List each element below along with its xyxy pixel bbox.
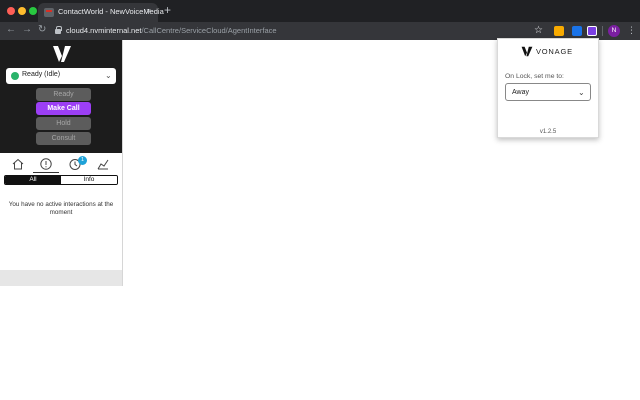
consult-button[interactable]: Consult	[36, 132, 91, 145]
panel-tab-bar: 1	[0, 155, 122, 173]
forward-icon[interactable]: →	[22, 24, 32, 36]
address-bar[interactable]: cloud4.nvminternal.net/CallCentre/Servic…	[66, 26, 277, 35]
agent-controls: Ready (Idle) ⌄ Ready Make Call Hold Cons…	[0, 40, 122, 153]
window-close-button[interactable]	[7, 7, 15, 15]
browser-tab-contactworld[interactable]: ContactWorld - NewVoiceMedia ×	[38, 3, 164, 22]
filter-info-button[interactable]: Info	[61, 176, 117, 184]
vonage-logo-icon	[53, 46, 71, 62]
extension-icon-2[interactable]	[572, 26, 582, 36]
filter-toggle: All Info	[4, 175, 118, 185]
vonage-mark-icon	[521, 46, 533, 57]
panel-footer	[0, 270, 122, 286]
status-ready-icon	[11, 72, 19, 80]
home-icon[interactable]	[11, 157, 25, 171]
favicon-icon	[44, 8, 54, 17]
url-host: cloud4.nvminternal.net	[66, 26, 142, 35]
make-call-button[interactable]: Make Call	[36, 102, 91, 115]
ready-button[interactable]: Ready	[36, 88, 91, 101]
popup-brand: VONAGE	[536, 47, 573, 56]
vonage-extension-icon[interactable]	[587, 26, 597, 36]
hold-button[interactable]: Hold	[36, 117, 91, 130]
browser-tab-bar: ContactWorld - NewVoiceMedia × +	[0, 0, 640, 22]
url-path: /CallCentre/ServiceCloud/AgentInterface	[141, 26, 277, 35]
version-label: v1.2.5	[539, 129, 557, 135]
toolbar-divider	[602, 26, 603, 36]
lock-status-label: On Lock, set me to:	[505, 73, 564, 80]
empty-interactions-message: You have no active interactions at the m…	[8, 201, 114, 216]
chevron-down-icon: ⌄	[105, 71, 112, 80]
new-tab-button[interactable]: +	[164, 4, 171, 16]
lock-status-value: Away	[512, 89, 529, 96]
window-zoom-button[interactable]	[29, 7, 37, 15]
window-minimize-button[interactable]	[18, 7, 26, 15]
status-value: Ready (Idle)	[22, 71, 61, 78]
agent-panel: Ready (Idle) ⌄ Ready Make Call Hold Cons…	[0, 40, 123, 286]
interactions-icon[interactable]	[39, 157, 53, 171]
stats-icon[interactable]	[96, 157, 110, 171]
lock-status-dropdown[interactable]: Away ⌄	[505, 83, 591, 101]
extension-icon-1[interactable]	[554, 26, 564, 36]
vonage-extension-popup: VONAGE On Lock, set me to: Away ⌄ v1.2.5	[497, 38, 599, 138]
tab-close-icon[interactable]: ×	[146, 6, 151, 16]
history-count-badge: 1	[78, 156, 87, 165]
lock-icon[interactable]	[55, 26, 62, 34]
chevron-down-icon: ⌄	[578, 88, 585, 97]
filter-all-button[interactable]: All	[5, 176, 61, 184]
agent-status-dropdown[interactable]: Ready (Idle) ⌄	[6, 68, 116, 84]
reload-icon[interactable]: ↻	[38, 24, 46, 36]
back-icon[interactable]: ←	[6, 24, 16, 36]
bookmark-star-icon[interactable]: ☆	[534, 25, 543, 36]
profile-avatar[interactable]: N	[608, 25, 620, 37]
active-tab-indicator	[33, 172, 59, 173]
browser-menu-icon[interactable]: ⋮	[627, 25, 636, 35]
